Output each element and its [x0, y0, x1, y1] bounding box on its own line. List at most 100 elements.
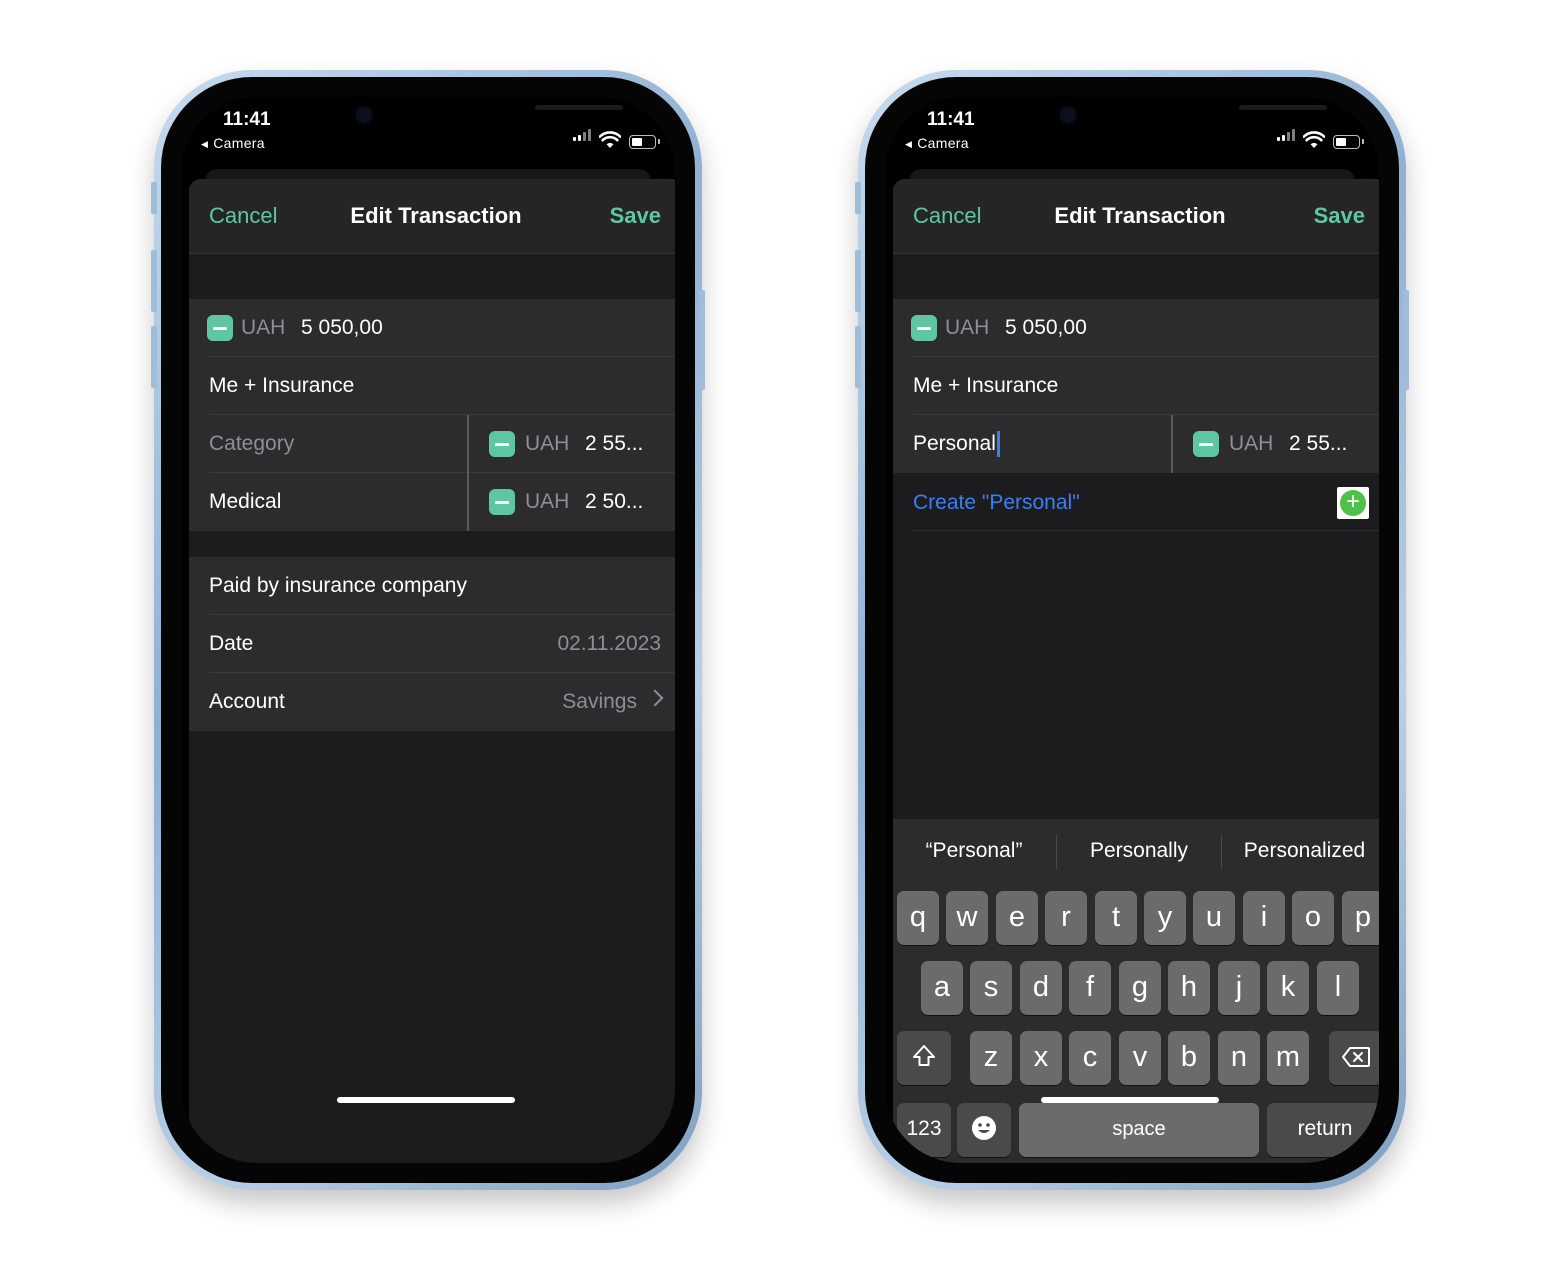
save-button[interactable]: Save [1314, 203, 1365, 229]
speaker [1239, 105, 1327, 110]
minus-icon[interactable] [489, 489, 515, 515]
split-divider [1171, 415, 1173, 473]
split-amount[interactable]: 2 55... [585, 432, 643, 456]
emoji-key[interactable] [957, 1103, 1011, 1157]
payee-value[interactable]: Me + Insurance [209, 374, 354, 398]
payee-row[interactable]: Me + Insurance [189, 357, 675, 415]
chevron-right-icon [646, 689, 664, 707]
date-row[interactable]: Date 02.11.2023 [189, 615, 675, 673]
create-category-row[interactable]: Create "Personal" + [893, 473, 1379, 531]
key-p[interactable]: p [1342, 891, 1379, 945]
key-o[interactable]: o [1292, 891, 1334, 945]
category-input[interactable]: Personal [913, 432, 996, 456]
nav-bar: Cancel Edit Transaction Save [189, 179, 675, 254]
plus-circle-icon[interactable]: + [1337, 487, 1369, 519]
battery-icon [1333, 135, 1364, 149]
save-button[interactable]: Save [610, 203, 661, 229]
bezel: 11:41 ◀ Camera Cancel Edit Transaction Sa… [865, 77, 1399, 1183]
home-indicator[interactable] [1041, 1097, 1219, 1103]
key-h[interactable]: h [1168, 961, 1210, 1015]
space-key[interactable]: space [1019, 1103, 1259, 1157]
key-m[interactable]: m [1267, 1031, 1309, 1085]
payee-row[interactable]: Me + Insurance [893, 357, 1379, 415]
key-f[interactable]: f [1069, 961, 1111, 1015]
split-currency: UAH [525, 490, 570, 513]
numbers-key[interactable]: 123 [897, 1103, 951, 1157]
minus-icon[interactable] [1193, 431, 1219, 457]
key-x[interactable]: x [1020, 1031, 1062, 1085]
amount-value[interactable]: 5 050,00 [301, 316, 383, 340]
suggestion-personalized[interactable]: Personalized [1222, 839, 1379, 863]
volume-up-button [855, 250, 861, 312]
status-time: 11:41 [927, 109, 975, 130]
key-s[interactable]: s [970, 961, 1012, 1015]
back-to-camera-link[interactable]: ◀ Camera [905, 135, 969, 151]
minus-icon[interactable] [911, 315, 937, 341]
split-row[interactable]: Medical UAH 2 50... [189, 473, 675, 531]
minus-icon[interactable] [207, 315, 233, 341]
key-k[interactable]: k [1267, 961, 1309, 1015]
note-value[interactable]: Paid by insurance company [209, 574, 467, 598]
create-category-link[interactable]: Create "Personal" [913, 491, 1080, 515]
amount-row[interactable]: UAH 5 050,00 [189, 299, 675, 357]
key-v[interactable]: v [1119, 1031, 1161, 1085]
battery-icon [629, 135, 660, 149]
edit-transaction-sheet: Cancel Edit Transaction Save UAH 5 050,0… [893, 179, 1379, 1163]
key-u[interactable]: u [1193, 891, 1235, 945]
return-key[interactable]: return [1267, 1103, 1379, 1157]
key-y[interactable]: y [1144, 891, 1186, 945]
key-n[interactable]: n [1218, 1031, 1260, 1085]
key-q[interactable]: q [897, 891, 939, 945]
key-d[interactable]: d [1020, 961, 1062, 1015]
minus-icon[interactable] [489, 431, 515, 457]
key-e[interactable]: e [996, 891, 1038, 945]
emoji-icon [972, 1116, 996, 1140]
split-currency: UAH [525, 432, 570, 455]
key-l[interactable]: l [1317, 961, 1359, 1015]
front-camera [1060, 107, 1076, 123]
left-phone-frame: 11:41 ◀ Camera Cancel Edit Transaction Sa… [151, 70, 705, 1190]
right-phone-frame: 11:41 ◀ Camera Cancel Edit Transaction Sa… [855, 70, 1409, 1190]
note-row[interactable]: Paid by insurance company [189, 557, 675, 615]
key-a[interactable]: a [921, 961, 963, 1015]
split-row[interactable]: Category UAH 2 55... [189, 415, 675, 473]
home-indicator[interactable] [337, 1097, 515, 1103]
amount-row[interactable]: UAH 5 050,00 [893, 299, 1379, 357]
key-g[interactable]: g [1119, 961, 1161, 1015]
silent-switch [151, 182, 157, 214]
key-t[interactable]: t [1095, 891, 1137, 945]
payee-value[interactable]: Me + Insurance [913, 374, 1058, 398]
page-title: Edit Transaction [350, 203, 522, 228]
split-row[interactable]: Personal UAH 2 55... [893, 415, 1379, 473]
category-value[interactable]: Medical [209, 490, 281, 514]
delete-key[interactable] [1329, 1031, 1379, 1085]
key-w[interactable]: w [946, 891, 988, 945]
back-to-camera-link[interactable]: ◀ Camera [201, 135, 265, 151]
amount-value[interactable]: 5 050,00 [1005, 316, 1087, 340]
volume-down-button [855, 326, 861, 388]
amount-currency: UAH [945, 316, 990, 339]
key-j[interactable]: j [1218, 961, 1260, 1015]
category-placeholder[interactable]: Category [209, 432, 294, 456]
split-amount[interactable]: 2 50... [585, 490, 643, 514]
key-c[interactable]: c [1069, 1031, 1111, 1085]
key-i[interactable]: i [1243, 891, 1285, 945]
amount-currency: UAH [241, 316, 286, 339]
key-b[interactable]: b [1168, 1031, 1210, 1085]
suggestion-personally[interactable]: Personally [1057, 839, 1221, 863]
side-button [699, 290, 705, 390]
split-currency: UAH [1229, 432, 1274, 455]
key-r[interactable]: r [1045, 891, 1087, 945]
key-z[interactable]: z [970, 1031, 1012, 1085]
date-value[interactable]: 02.11.2023 [557, 632, 661, 656]
account-row[interactable]: Account Savings [189, 673, 675, 731]
nav-bar: Cancel Edit Transaction Save [893, 179, 1379, 254]
wifi-icon [599, 131, 621, 148]
back-label: Camera [213, 135, 265, 151]
shift-key[interactable] [897, 1031, 951, 1085]
split-amount[interactable]: 2 55... [1289, 432, 1347, 456]
volume-down-button [151, 326, 157, 388]
status-time: 11:41 [223, 109, 271, 130]
suggestion-quoted[interactable]: “Personal” [893, 839, 1055, 863]
volume-up-button [151, 250, 157, 312]
